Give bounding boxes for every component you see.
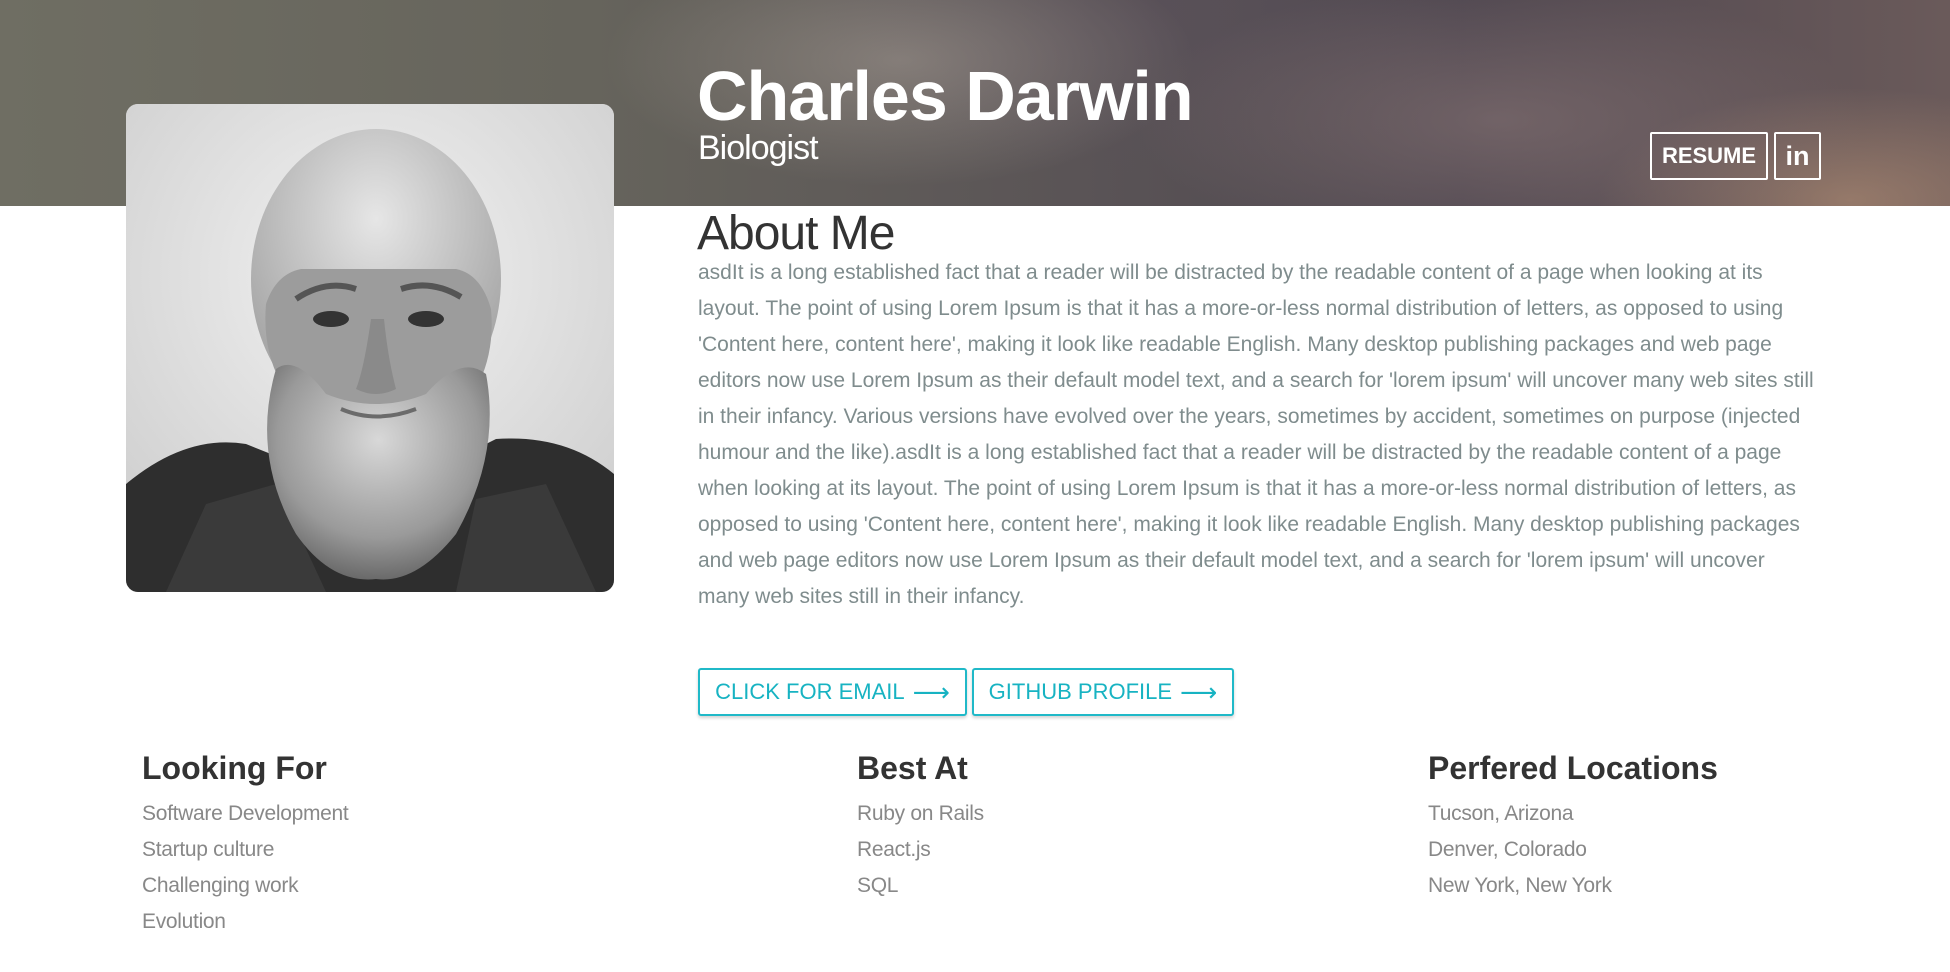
best-at-list: Ruby on Rails React.js SQL: [857, 796, 984, 904]
profile-role: Biologist: [698, 129, 819, 167]
email-button[interactable]: CLICK FOR EMAIL ⟶: [698, 668, 967, 716]
looking-for-list: Software Development Startup culture Cha…: [142, 796, 349, 940]
list-item: New York, New York: [1428, 874, 1612, 897]
list-item: SQL: [857, 874, 899, 897]
list-item: Denver, Colorado: [1428, 838, 1587, 861]
locations-list: Tucson, Arizona Denver, Colorado New Yor…: [1428, 796, 1718, 904]
github-button[interactable]: GITHUB PROFILE ⟶: [972, 668, 1234, 716]
profile-page: Charles Darwin Biologist RESUME in About…: [0, 0, 1950, 972]
locations-section: Perfered Locations Tucson, Arizona Denve…: [1428, 746, 1718, 904]
best-at-section: Best At Ruby on Rails React.js SQL: [857, 746, 984, 904]
profile-photo: [126, 104, 614, 592]
arrow-right-icon: ⟶: [1180, 677, 1218, 707]
about-title: About Me: [697, 207, 895, 260]
list-item: Software Development: [142, 802, 349, 825]
list-item: React.js: [857, 838, 931, 861]
best-at-title: Best At: [857, 750, 968, 786]
looking-for-section: Looking For Software Development Startup…: [142, 746, 349, 940]
locations-title: Perfered Locations: [1428, 750, 1718, 786]
linkedin-button[interactable]: in: [1774, 132, 1821, 180]
list-item: Challenging work: [142, 874, 299, 897]
looking-for-title: Looking For: [142, 750, 327, 786]
list-item: Tucson, Arizona: [1428, 802, 1574, 825]
list-item: Ruby on Rails: [857, 802, 984, 825]
github-button-label: GITHUB PROFILE: [988, 679, 1173, 704]
list-item: Evolution: [142, 910, 226, 933]
about-body: asdIt is a long established fact that a …: [698, 261, 1814, 608]
profile-name: Charles Darwin: [697, 57, 1194, 135]
list-item: Startup culture: [142, 838, 275, 861]
arrow-right-icon: ⟶: [912, 677, 950, 707]
resume-button[interactable]: RESUME: [1650, 132, 1768, 180]
linkedin-icon: in: [1785, 140, 1810, 171]
email-button-label: CLICK FOR EMAIL: [715, 679, 905, 704]
